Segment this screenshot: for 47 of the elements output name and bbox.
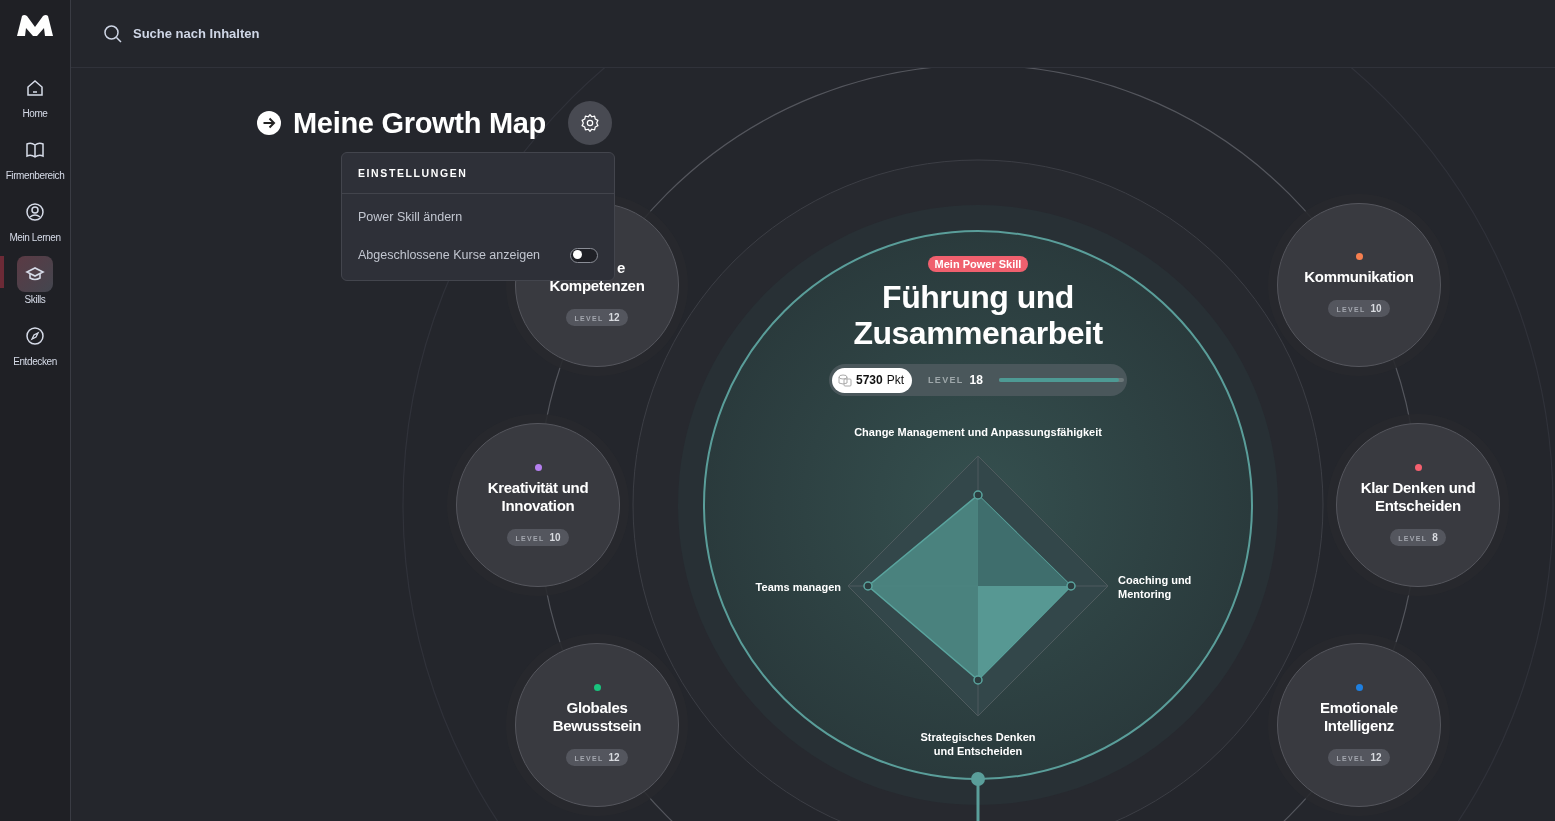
nav-icon <box>24 325 46 347</box>
skill-title: Emotionale <box>1320 699 1398 717</box>
level-value: 10 <box>1370 303 1382 314</box>
nav-item[interactable]: Home <box>0 70 70 132</box>
level-label: LEVEL <box>928 375 964 385</box>
points-unit: Pkt <box>886 373 905 387</box>
settings-icon <box>580 113 600 133</box>
skill-title: Klar Denken und <box>1360 479 1476 497</box>
skill-title: Kompetenzen <box>549 277 645 295</box>
level-value: 12 <box>608 752 620 763</box>
nav-item[interactable]: Skills <box>0 256 70 318</box>
search-icon <box>103 23 123 44</box>
skill-title: Kommunikation <box>1304 268 1414 286</box>
level-value: 18 <box>969 373 983 387</box>
arrow-right-icon[interactable] <box>257 111 281 135</box>
skill-title: Kreativität und <box>487 479 589 497</box>
search-field[interactable]: Suche nach Inhalten <box>131 25 335 42</box>
points-value: 5730 <box>856 373 883 387</box>
settings-button[interactable] <box>568 101 612 145</box>
axis-label: Change Management und Anpassungsfähigkeit <box>853 425 1103 439</box>
nav-item[interactable]: Firmenbereich <box>0 132 70 194</box>
power-skill-badge: Mein Power Skill <box>927 256 1029 272</box>
menu-heading: EINSTELLUNGEN <box>342 153 614 194</box>
skill-title: e <box>615 259 626 277</box>
skill-title: Intelligenz <box>1322 717 1395 735</box>
skill-title: Globales <box>565 699 629 717</box>
toggle-switch[interactable] <box>570 247 598 263</box>
nav-item[interactable]: Entdecken <box>0 318 70 380</box>
nav-icon <box>24 201 46 223</box>
logo-icon[interactable] <box>17 14 53 36</box>
nav-icon <box>24 139 46 161</box>
axis-label: Coaching und Mentoring <box>1118 573 1193 601</box>
page-title: Meine Growth Map <box>293 106 546 140</box>
nav-icon <box>24 77 46 99</box>
nav-item[interactable]: Mein Lernen <box>0 194 70 256</box>
level-value: 12 <box>608 312 620 323</box>
level-value: 8 <box>1432 532 1438 543</box>
axis-label: Strategisches Denken und Entscheiden <box>919 730 1037 758</box>
power-skill-title: Führung und Zusammenarbeit <box>852 279 1104 351</box>
coins-icon <box>838 373 852 387</box>
axis-label: Teams managen <box>754 580 841 594</box>
connector-line <box>971 772 985 821</box>
skill-title: Innovation <box>500 497 576 515</box>
level-value: 10 <box>549 532 561 543</box>
skill-title: Entscheiden <box>1374 497 1462 515</box>
skill-title: Bewusstsein <box>552 717 642 735</box>
level-value: 12 <box>1370 752 1382 763</box>
